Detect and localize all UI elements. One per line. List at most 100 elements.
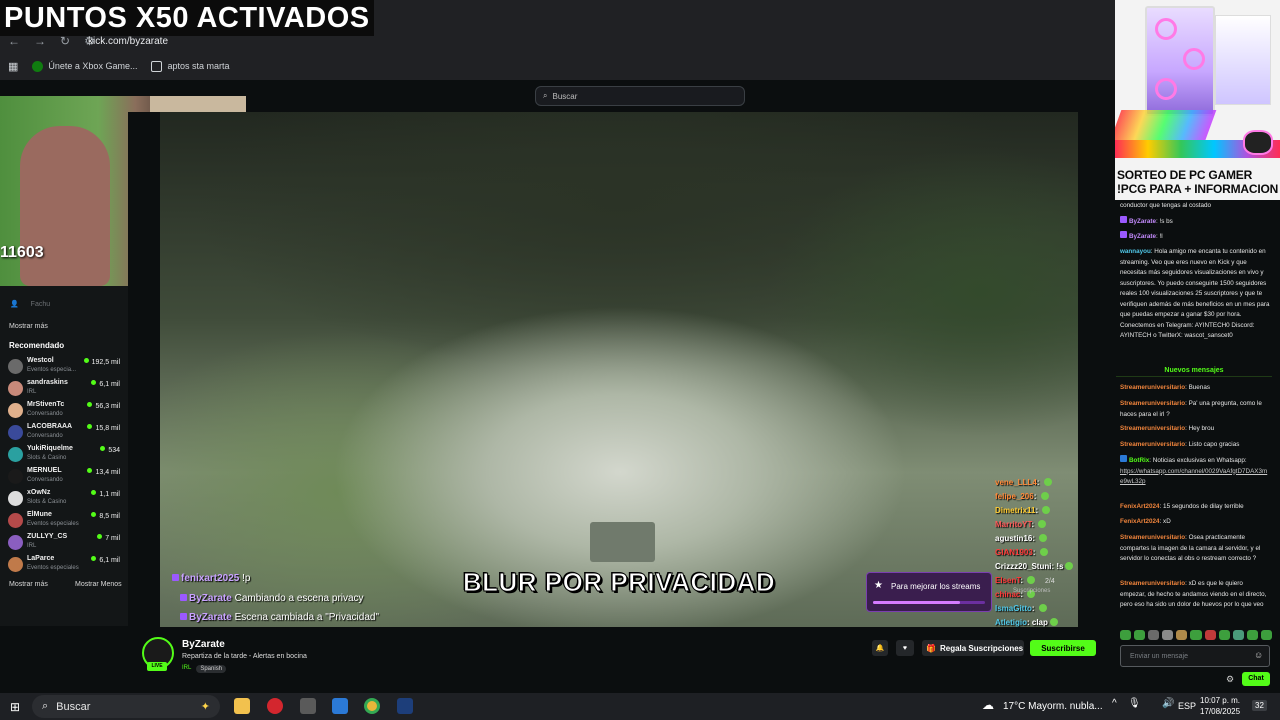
- sidebar-channel-item[interactable]: sandraskins IRL 6,1 mil: [8, 378, 124, 400]
- language-indicator[interactable]: ESP: [1178, 701, 1196, 711]
- browser-nav: ← → ↻ ⚙: [8, 34, 95, 50]
- chat-message: Streameruniversitario: Hey brou: [1120, 425, 1215, 432]
- taskbar-search[interactable]: ⌕ Buscar ✦: [32, 695, 220, 718]
- sidebar-channel-item[interactable]: LaParce Eventos especiales 6,1 mil: [8, 554, 124, 576]
- overlay-chat-row: agustin16:: [995, 534, 1048, 543]
- emote-icon[interactable]: [1246, 630, 1258, 640]
- ad-line-1: SORTEO DE PC GAMER: [1117, 168, 1253, 182]
- sidebar-show-more[interactable]: Mostrar más: [9, 323, 48, 330]
- reload-icon[interactable]: ↻: [60, 34, 70, 50]
- channel-avatar: [8, 403, 23, 418]
- volume-icon[interactable]: 🔊: [1162, 698, 1174, 709]
- gift-icon: 🎁: [926, 643, 936, 653]
- subscribe-button[interactable]: Suscribirse: [1030, 640, 1096, 656]
- stream-category[interactable]: IRL: [182, 665, 191, 673]
- sidebar-footer-show-more[interactable]: Mostrar más: [9, 581, 48, 588]
- chat-message: FenixArt2024: 15 segundos de dilay terri…: [1120, 503, 1244, 510]
- channel-avatar: [8, 469, 23, 484]
- channel-avatar: [8, 513, 23, 528]
- windows-start-icon[interactable]: ⊞: [10, 700, 20, 714]
- chat-message: Streameruniversitario: Buenas: [1120, 384, 1210, 391]
- overlay-chat-row: Crizzz20_Stuni: !s: [995, 562, 1074, 571]
- apps-grid-icon[interactable]: ▦: [8, 60, 18, 73]
- pc-case-image: [1145, 6, 1215, 116]
- emote-bar: [1120, 630, 1273, 642]
- sidebar-channel-item[interactable]: Westcol Eventos especia... 192,5 mil: [8, 356, 124, 378]
- gift-subs-button[interactable]: 🎁 Regala Suscripciones: [922, 640, 1024, 656]
- emote-icon[interactable]: [1148, 630, 1160, 640]
- emote-icon[interactable]: [1204, 630, 1216, 640]
- chat-link[interactable]: https://whatsapp.com/channel/0029VaAfgtD…: [1120, 468, 1267, 486]
- channel-avatar: [8, 381, 23, 396]
- file-explorer-icon[interactable]: [234, 698, 250, 714]
- sidebar-channel-item[interactable]: MERNUEL Conversando 13,4 mil: [8, 466, 124, 488]
- emoji-picker-icon[interactable]: ☺: [1254, 650, 1263, 660]
- emote-icon: [1039, 548, 1048, 556]
- sparkle-icon: ✦: [200, 701, 210, 713]
- recommended-heading: Recomendado: [9, 341, 65, 350]
- stream-title: Repartiza de la tarde - Alertas en bocin…: [182, 653, 307, 660]
- emote-icon[interactable]: [1260, 630, 1273, 640]
- notification-bell-button[interactable]: 🔔: [872, 640, 888, 656]
- channel-avatar: [8, 491, 23, 506]
- bell-icon: 🔔: [875, 645, 885, 652]
- following-item[interactable]: 👤 Fachu: [10, 300, 50, 308]
- sidebar-channel-item[interactable]: xOwNz Slots & Casino 1,1 mil: [8, 488, 124, 510]
- search-input[interactable]: ⌕ Buscar: [535, 86, 745, 106]
- bookmark-aptos[interactable]: aptos sta marta: [151, 60, 229, 72]
- clock[interactable]: 10:07 p. m. 17/08/2025: [1200, 695, 1240, 717]
- channel-avatar: [8, 447, 23, 462]
- sub-goal-count: 2/4: [1045, 578, 1055, 585]
- heart-icon: ♥: [902, 644, 908, 652]
- badge-icon: [180, 613, 187, 620]
- giveaway-ad-overlay: SORTEO DE PC GAMER !PCG PARA + INFORMACI…: [1115, 0, 1280, 200]
- chat-settings-icon[interactable]: ⚙: [1226, 674, 1234, 685]
- overlay-chat-line: ByZarate Escena cambiada a "Privacidad": [180, 612, 379, 623]
- emote-icon: [1027, 576, 1036, 584]
- emote-icon[interactable]: [1162, 630, 1174, 640]
- chat-message: Streameruniversitario: xD es que le quie…: [1120, 580, 1267, 608]
- search-icon: ⌕: [42, 700, 49, 712]
- badge-icon: [1120, 216, 1127, 223]
- bookmark-xbox[interactable]: Únete a Xbox Game...: [32, 60, 137, 72]
- new-messages-divider[interactable]: Nuevos mensajes: [1116, 367, 1272, 377]
- chat-input[interactable]: Enviar un mensaje: [1120, 645, 1270, 667]
- chat-message: ByZarate: !l: [1120, 231, 1270, 243]
- sidebar-channel-item[interactable]: ElMune Eventos especiales 8,5 mil: [8, 510, 124, 532]
- sidebar-channel-item[interactable]: MrStivenTc Conversando 56,3 mil: [8, 400, 124, 422]
- channel-name[interactable]: ByZarate: [182, 639, 225, 650]
- forward-icon[interactable]: →: [34, 34, 46, 50]
- emote-icon[interactable]: [1218, 630, 1230, 640]
- notifications-badge[interactable]: 32: [1252, 700, 1267, 711]
- sidebar-channel-item[interactable]: ZULLYY_CS IRL 7 mil: [8, 532, 124, 554]
- address-bar[interactable]: kick.com/byzarate: [84, 33, 1104, 51]
- emote-icon[interactable]: [1232, 630, 1244, 640]
- app-icon[interactable]: [300, 698, 316, 714]
- tray-chevron-icon[interactable]: ^: [1112, 698, 1117, 709]
- weather-text[interactable]: 17°C Mayorm. nubla...: [1003, 701, 1103, 712]
- chat-send-button[interactable]: Chat: [1242, 672, 1270, 686]
- language-tag[interactable]: Spanish: [196, 665, 227, 673]
- sidebar-channel-item[interactable]: LACOBRAAA Conversando 15,8 mil: [8, 422, 124, 444]
- sidebar-footer-show-less[interactable]: Mostrar Menos: [75, 581, 122, 588]
- opera-icon[interactable]: [267, 698, 283, 714]
- emote-icon: [1038, 520, 1047, 528]
- emote-icon[interactable]: [1120, 630, 1132, 640]
- store-icon[interactable]: [332, 698, 348, 714]
- obs-icon[interactable]: [397, 698, 413, 714]
- emote-icon: [1065, 562, 1074, 570]
- xbox-icon: [32, 60, 44, 72]
- mic-icon[interactable]: 🎙: [1128, 698, 1141, 709]
- emote-icon[interactable]: [1176, 630, 1188, 640]
- follow-button[interactable]: ♥: [896, 640, 914, 656]
- emote-icon: [1039, 534, 1048, 542]
- back-icon[interactable]: ←: [8, 34, 20, 50]
- emote-icon[interactable]: [1134, 630, 1146, 640]
- sidebar-channel-item[interactable]: YukiRiquelme Slots & Casino 534: [8, 444, 124, 466]
- chrome-icon[interactable]: [364, 698, 380, 714]
- overlay-chat-row: GIAN1903:: [995, 548, 1048, 557]
- video-player[interactable]: BLUR POR PRIVACIDAD fenixart2025 !p ByZa…: [160, 112, 1078, 627]
- emote-icon: [1043, 478, 1052, 486]
- emote-icon[interactable]: [1190, 630, 1202, 640]
- overlay-chat-row: Atletigio: clap: [995, 618, 1058, 627]
